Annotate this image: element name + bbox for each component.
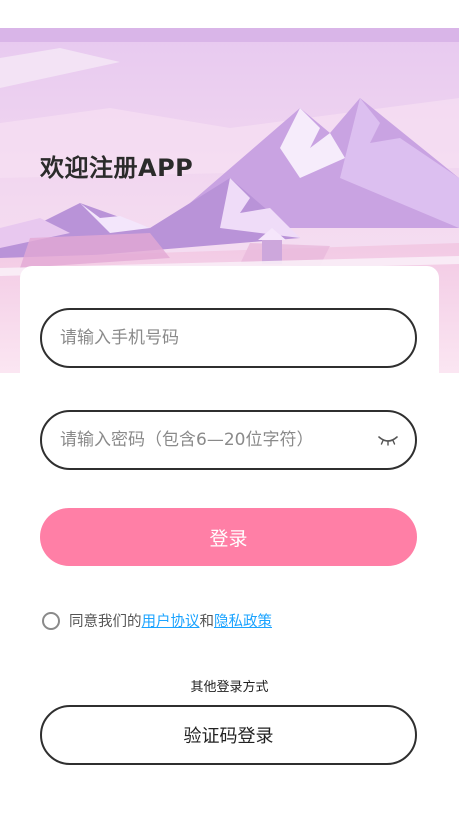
privacy-policy-link[interactable]: 隐私政策 [214,610,272,631]
password-input[interactable] [58,429,375,451]
phone-input[interactable] [58,327,401,349]
agreement-prefix: 同意我们的 [69,614,142,630]
agreement-row: 同意我们的 用户协议 和 隐私政策 [42,610,272,631]
other-login-label: 其他登录方式 [190,680,269,695]
page-title: 欢迎注册APP [40,154,194,182]
login-button[interactable]: 登录 [40,508,417,566]
eye-closed-icon[interactable] [375,430,401,450]
agreement-conjunction: 和 [199,614,215,630]
user-agreement-link[interactable]: 用户协议 [142,610,200,631]
agree-radio[interactable] [42,611,60,630]
phone-field[interactable] [40,308,417,368]
password-field[interactable] [40,410,417,470]
code-login-button[interactable]: 验证码登录 [40,705,417,765]
